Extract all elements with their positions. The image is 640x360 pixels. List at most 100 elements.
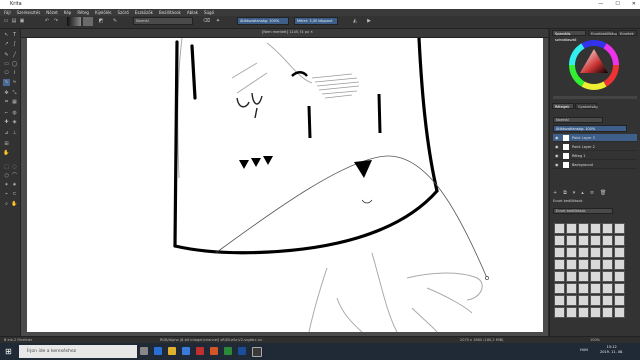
freehand-select-icon[interactable]: ⌒ bbox=[11, 173, 18, 180]
line-tool-icon[interactable]: ╱ bbox=[11, 52, 18, 59]
brush-preset[interactable] bbox=[602, 271, 613, 282]
brush-preset[interactable] bbox=[590, 223, 601, 234]
brush-preset[interactable] bbox=[554, 307, 565, 318]
maximize-button[interactable]: ☐ bbox=[615, 1, 619, 7]
color-swap-icon[interactable]: ◩ bbox=[98, 18, 104, 24]
add-layer-icon[interactable]: + bbox=[553, 190, 557, 196]
menu-tools[interactable]: Eszközök bbox=[135, 10, 153, 15]
brush-preset[interactable] bbox=[578, 223, 589, 234]
brush-preset[interactable] bbox=[554, 271, 565, 282]
drawing-canvas[interactable] bbox=[27, 36, 543, 333]
brush-preset[interactable] bbox=[554, 259, 565, 270]
brush-preset[interactable] bbox=[578, 271, 589, 282]
layer-blend-mode[interactable]: Normál bbox=[553, 117, 603, 123]
fill-tool-icon[interactable]: ◍ bbox=[11, 110, 18, 117]
ellipse-tool-icon[interactable]: ◯ bbox=[11, 61, 18, 68]
move-layer-down-icon[interactable]: ▾ bbox=[573, 190, 576, 196]
menu-select[interactable]: Kijelölés bbox=[95, 10, 112, 15]
text-tool-icon[interactable]: T bbox=[11, 32, 18, 39]
brush-preset[interactable] bbox=[578, 307, 589, 318]
undo-icon[interactable]: ↶ bbox=[44, 18, 50, 24]
redo-icon[interactable]: ↷ bbox=[53, 18, 59, 24]
rectangle-tool-icon[interactable]: ▭ bbox=[3, 61, 10, 68]
close-button[interactable]: ✕ bbox=[632, 1, 636, 7]
brush-preset[interactable] bbox=[578, 259, 589, 270]
brush-preset[interactable] bbox=[614, 307, 625, 318]
transform-tool-icon[interactable]: ⤡ bbox=[11, 90, 18, 97]
menu-window[interactable]: Ablak bbox=[187, 10, 198, 15]
eraser-icon[interactable]: ⌫ bbox=[203, 18, 210, 24]
tab-frequency[interactable]: Gyakoriság bbox=[575, 103, 598, 109]
bezier-curve-icon[interactable]: ∿ bbox=[3, 79, 10, 86]
zoom-tool-icon[interactable]: ⌕ bbox=[3, 201, 10, 208]
ellipse-select-icon[interactable]: ◌ bbox=[11, 164, 18, 171]
menu-layer[interactable]: Réteg bbox=[77, 10, 89, 15]
open-folder-icon[interactable]: ▤ bbox=[11, 18, 17, 24]
pan-tool-icon[interactable]: ✋ bbox=[3, 150, 10, 157]
magnetic-select-icon[interactable]: ⊂ bbox=[11, 191, 18, 198]
mirror-horizontal-icon[interactable]: ◭ bbox=[352, 18, 358, 24]
menu-filter[interactable]: Szűrő bbox=[118, 10, 129, 15]
task-view-icon[interactable] bbox=[140, 347, 148, 355]
brush-preset[interactable] bbox=[554, 247, 565, 258]
new-document-icon[interactable]: ▭ bbox=[3, 18, 9, 24]
mirror-vertical-icon[interactable]: ▶ bbox=[366, 18, 372, 24]
brush-preset[interactable] bbox=[566, 223, 577, 234]
brush-preset[interactable] bbox=[614, 259, 625, 270]
blend-mode-select[interactable]: Normál bbox=[133, 17, 193, 25]
edge-icon[interactable] bbox=[154, 347, 162, 355]
move-layer-up-icon[interactable]: ▴ bbox=[581, 190, 584, 196]
opacity-slider[interactable]: Átlátszatlanság: 100% bbox=[237, 17, 289, 25]
color-picker-icon[interactable]: ⌐ bbox=[3, 110, 10, 117]
brush-preset[interactable] bbox=[590, 307, 601, 318]
status-zoom[interactable]: 100% bbox=[590, 338, 600, 342]
duplicate-layer-icon[interactable]: ⧉ bbox=[563, 190, 567, 196]
assistant-tool-icon[interactable]: ⊿ bbox=[3, 130, 10, 137]
brush-preset[interactable] bbox=[590, 247, 601, 258]
save-icon[interactable]: ▣ bbox=[19, 18, 25, 24]
brush-preset[interactable] bbox=[602, 235, 613, 246]
edit-shapes-icon[interactable]: ↗ bbox=[3, 41, 10, 48]
firefox-icon[interactable] bbox=[210, 347, 218, 355]
hand-tool-icon[interactable]: ✋ bbox=[11, 201, 18, 208]
brush-preset-filter[interactable]: Ecset beállítások bbox=[553, 208, 613, 214]
brush-preset[interactable] bbox=[578, 247, 589, 258]
language-indicator[interactable]: HUN bbox=[580, 348, 588, 352]
colorize-mask-icon[interactable]: ◈ bbox=[11, 119, 18, 126]
brush-preset[interactable] bbox=[614, 235, 625, 246]
brush-preset[interactable] bbox=[602, 283, 613, 294]
bezier-select-icon[interactable]: ⌁ bbox=[3, 191, 10, 198]
brush-preset[interactable] bbox=[566, 283, 577, 294]
brush-preset[interactable] bbox=[566, 307, 577, 318]
tab-layers[interactable]: Rétegek bbox=[552, 103, 574, 109]
brush-preset[interactable] bbox=[554, 223, 565, 234]
rect-select-icon[interactable]: ⬚ bbox=[3, 164, 10, 171]
eye-icon[interactable]: ◉ bbox=[555, 152, 559, 160]
taskbar-search-input[interactable]: Írjon ide a kereséshez bbox=[19, 345, 137, 358]
layer-properties-icon[interactable]: ≡ bbox=[590, 190, 594, 196]
measure-tool-icon[interactable]: ⊥ bbox=[11, 130, 18, 137]
layer-row[interactable]: ◉ Paint Layer 2 bbox=[553, 143, 637, 151]
file-explorer-icon[interactable] bbox=[168, 347, 176, 355]
brush-preset[interactable] bbox=[590, 295, 601, 306]
gradient-swatch[interactable] bbox=[67, 17, 81, 26]
brush-preset[interactable] bbox=[566, 271, 577, 282]
brush-preset[interactable] bbox=[554, 235, 565, 246]
tab-advanced-color[interactable]: Speciális színválasztó bbox=[552, 30, 586, 42]
layer-row[interactable]: ◉ Réteg 1 bbox=[553, 152, 637, 160]
store-icon[interactable] bbox=[182, 347, 190, 355]
brush-preset[interactable] bbox=[614, 283, 625, 294]
pattern-swatch[interactable] bbox=[83, 17, 93, 26]
gradient-tool-icon[interactable]: ▦ bbox=[11, 99, 18, 106]
polyline-tool-icon[interactable]: ⌇ bbox=[11, 70, 18, 77]
menu-help[interactable]: Súgó bbox=[204, 10, 214, 15]
size-slider[interactable]: Méret: 3,00 képpont bbox=[294, 17, 338, 25]
brush-preset[interactable] bbox=[590, 259, 601, 270]
polygon-select-icon[interactable]: ⬡ bbox=[3, 173, 10, 180]
layer-opacity-slider[interactable]: Átlátszatlanság: 100% bbox=[553, 125, 627, 132]
brush-preset[interactable] bbox=[590, 283, 601, 294]
alpha-lock-icon[interactable]: ✦ bbox=[215, 18, 221, 24]
freehand-path-icon[interactable]: ≈ bbox=[11, 79, 18, 86]
brush-preset[interactable] bbox=[578, 283, 589, 294]
brush-preset[interactable] bbox=[590, 271, 601, 282]
